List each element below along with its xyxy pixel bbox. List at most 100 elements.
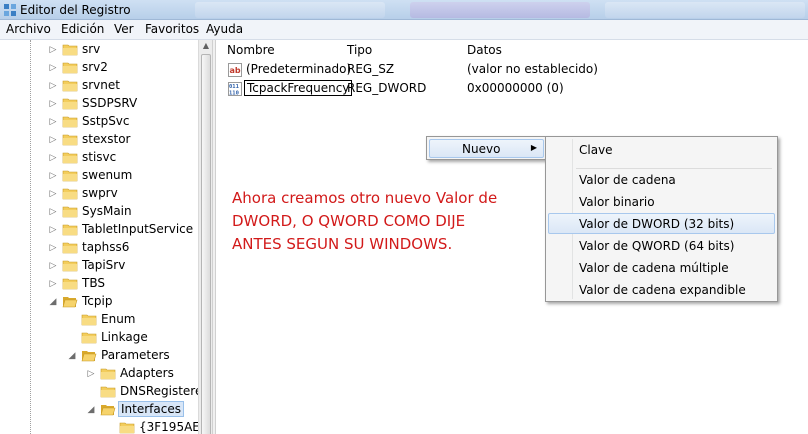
collapse-arrow-icon[interactable]: ◢ [86, 403, 96, 417]
menu-item-label: Valor de QWORD (64 bits) [579, 239, 735, 253]
value-name-edit-field[interactable]: TcpackFrequency [244, 80, 353, 96]
value-type: REG_SZ [347, 62, 395, 76]
expand-arrow-icon[interactable]: ▷ [48, 259, 58, 273]
menu-item-label: Nuevo [462, 142, 501, 156]
folder-icon [62, 260, 78, 272]
background-window-ghost [195, 2, 385, 18]
folder-icon [62, 278, 78, 290]
expand-arrow-icon[interactable]: ▷ [48, 133, 58, 147]
tree-node[interactable]: ▷ SstpSvc [0, 113, 198, 131]
folder-icon [62, 62, 78, 74]
tree-node[interactable]: ▷ srv2 [0, 59, 198, 77]
expand-arrow-icon[interactable]: ▷ [48, 205, 58, 219]
menu-favoritos[interactable]: Favoritos [143, 22, 201, 36]
expand-arrow-icon[interactable]: ▷ [48, 241, 58, 255]
tree-node[interactable]: ▷ swprv [0, 185, 198, 203]
scroll-up-icon[interactable]: ▲ [200, 41, 212, 53]
expand-arrow-icon[interactable]: ▷ [48, 187, 58, 201]
registry-editor-icon [4, 4, 16, 16]
menu-item-clave[interactable]: Clave [548, 139, 775, 160]
menu-item-valor-dword[interactable]: Valor de DWORD (32 bits) [548, 213, 775, 234]
column-header-datos[interactable]: Datos [467, 43, 502, 57]
tree-node-label: TabletInputService [82, 222, 194, 236]
tree-node-label: SSDPSRV [82, 96, 138, 110]
folder-icon [100, 368, 116, 380]
folder-icon [62, 44, 78, 56]
tree-node-label: srv2 [82, 60, 108, 74]
tutorial-annotation: Ahora creamos otro nuevo Valor de DWORD,… [232, 187, 542, 256]
menu-item-label: Valor de cadena múltiple [579, 261, 729, 275]
value-name: (Predeterminado) [246, 62, 352, 76]
tree-node-label: stexstor [82, 132, 131, 146]
expand-arrow-icon[interactable]: ▷ [86, 367, 96, 381]
folder-icon [100, 405, 116, 416]
tree-node[interactable]: ▷ Adapters [0, 365, 198, 383]
svg-text:ab: ab [230, 66, 241, 75]
menu-item-label: Clave [579, 143, 613, 157]
tree-node-label: TBS [82, 276, 105, 290]
svg-text:011: 011 [229, 84, 240, 90]
expand-arrow-icon[interactable]: ▷ [48, 223, 58, 237]
menu-ayuda[interactable]: Ayuda [204, 22, 245, 36]
tree-node-label: Linkage [101, 330, 148, 344]
tree-node-label: SstpSvc [82, 114, 130, 128]
menu-item-nuevo[interactable]: Nuevo ▶ [429, 139, 544, 158]
background-window-ghost [410, 2, 590, 18]
tree-node[interactable]: ▷ TBS [0, 275, 198, 293]
tree-node[interactable]: ▷ stisvc [0, 149, 198, 167]
folder-icon [62, 170, 78, 182]
folder-icon [81, 314, 97, 326]
tree-node[interactable]: ▷ TapiSrv [0, 257, 198, 275]
value-type: REG_DWORD [347, 81, 427, 95]
tree-node-label: Interfaces [118, 401, 184, 417]
menu-item-valor-cadena[interactable]: Valor de cadena [548, 169, 775, 190]
tree-node-label: taphss6 [82, 240, 130, 254]
expand-arrow-icon[interactable]: ▷ [48, 43, 58, 57]
column-header-tipo[interactable]: Tipo [347, 43, 372, 57]
tree-node[interactable]: ▷ TabletInputService [0, 221, 198, 239]
tree-node[interactable]: ◢ Interfaces [0, 401, 198, 419]
expand-arrow-icon[interactable]: ▷ [48, 169, 58, 183]
folder-icon [62, 134, 78, 146]
menu-item-valor-cadena-multiple[interactable]: Valor de cadena múltiple [548, 257, 775, 278]
submenu-arrow-icon: ▶ [530, 143, 537, 152]
expand-arrow-icon[interactable]: ▷ [48, 61, 58, 75]
tree-node[interactable]: Enum [0, 311, 198, 329]
registry-tree[interactable]: ▷ srv ▷ srv2 ▷ srvnet ▷ SSDPSRV ▷ SstpSvc ▷ stexsto… [0, 40, 198, 434]
menu-item-label: Valor de cadena [579, 173, 676, 187]
tree-node[interactable]: ▷ SysMain [0, 203, 198, 221]
tree-node[interactable]: ◢ Tcpip [0, 293, 198, 311]
tree-node[interactable]: ▷ SSDPSRV [0, 95, 198, 113]
tree-node[interactable]: ▷ swenum [0, 167, 198, 185]
column-header-nombre[interactable]: Nombre [227, 43, 275, 57]
expand-arrow-icon[interactable]: ▷ [48, 115, 58, 129]
expand-arrow-icon[interactable]: ▷ [48, 79, 58, 93]
collapse-arrow-icon[interactable]: ◢ [67, 349, 77, 363]
value-row[interactable]: 011 110 TcpackFrequency REG_DWORD 0x0000… [216, 80, 808, 98]
value-data: 0x00000000 (0) [467, 81, 564, 95]
tree-node[interactable]: {3F195AE2- [0, 419, 198, 434]
menu-archivo[interactable]: Archivo [4, 22, 53, 36]
scrollbar-thumb[interactable] [201, 54, 211, 434]
expand-arrow-icon[interactable]: ▷ [48, 151, 58, 165]
collapse-arrow-icon[interactable]: ◢ [48, 295, 58, 309]
value-row[interactable]: ab (Predeterminado) REG_SZ (valor no est… [216, 61, 808, 79]
tree-node[interactable]: DNSRegisterec [0, 383, 198, 401]
tree-node[interactable]: ◢ Parameters [0, 347, 198, 365]
tree-node[interactable]: Linkage [0, 329, 198, 347]
menu-edicion[interactable]: Edición [59, 22, 106, 36]
menu-item-valor-cadena-expandible[interactable]: Valor de cadena expandible [548, 279, 775, 300]
folder-icon [81, 332, 97, 344]
expand-arrow-icon[interactable]: ▷ [48, 277, 58, 291]
menu-ver[interactable]: Ver [112, 22, 136, 36]
tree-node[interactable]: ▷ srv [0, 41, 198, 59]
tree-scrollbar[interactable]: ▲ [198, 40, 212, 434]
tree-node[interactable]: ▷ srvnet [0, 77, 198, 95]
tree-node[interactable]: ▷ stexstor [0, 131, 198, 149]
expand-arrow-icon[interactable]: ▷ [48, 97, 58, 111]
title-bar: Editor del Registro [0, 0, 808, 20]
menu-item-valor-binario[interactable]: Valor binario [548, 191, 775, 212]
menu-item-valor-qword[interactable]: Valor de QWORD (64 bits) [548, 235, 775, 256]
tree-node-label: {3F195AE2- [139, 420, 198, 434]
tree-node[interactable]: ▷ taphss6 [0, 239, 198, 257]
